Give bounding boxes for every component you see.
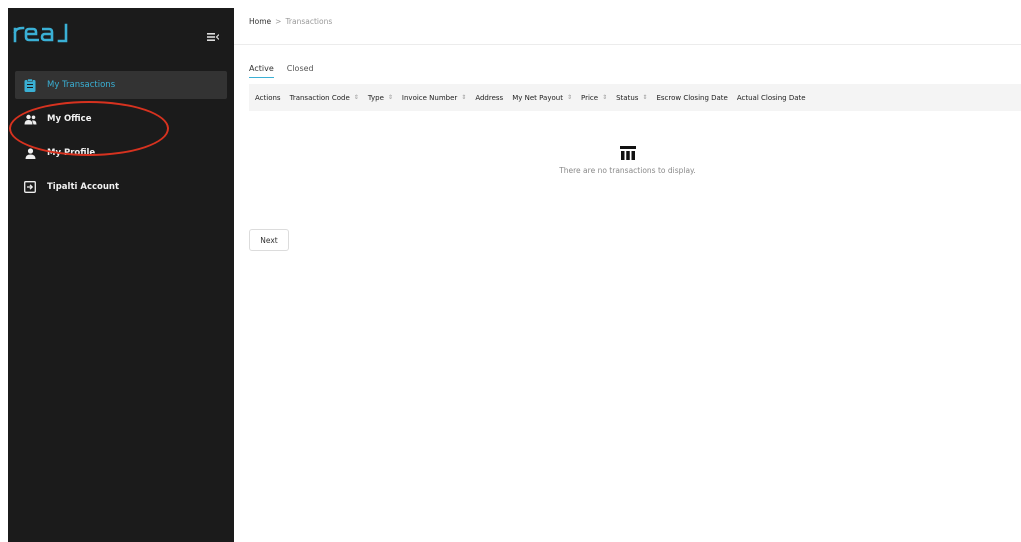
column-header-transaction-code[interactable]: Transaction Code ⇕ [290,94,359,102]
empty-state: There are no transactions to display. [234,145,1021,175]
office-people-icon [23,112,37,126]
column-header-actual-closing-date: Actual Closing Date [737,94,806,102]
transactions-table-header: Actions Transaction Code ⇕ Type ⇕ Invoice … [249,84,1021,111]
empty-state-message: There are no transactions to display. [559,166,696,175]
column-header-status[interactable]: Status ⇕ [616,94,647,102]
tab-active[interactable]: Active [249,64,274,78]
sort-icon: ⇕ [461,94,467,101]
collapse-menu-icon[interactable] [207,28,220,41]
column-header-label: My Net Payout [512,93,563,102]
column-header-address: Address [475,94,503,102]
header-divider [234,44,1021,45]
sidebar-item-label: My Office [47,114,92,124]
column-header-escrow-closing-date: Escrow Closing Date [656,94,727,102]
table-columns-icon [619,146,636,160]
sidebar-item-my-profile[interactable]: My Profile [15,139,227,167]
breadcrumb-home-link[interactable]: Home [249,17,271,26]
sidebar-item-my-office[interactable]: My Office [15,105,227,133]
column-header-actions: Actions [255,94,281,102]
breadcrumb: Home > Transactions [249,17,332,26]
column-header-label: Escrow Closing Date [656,93,728,102]
profile-icon [23,146,37,160]
column-header-label: Invoice Number [401,93,458,102]
column-header-label: Transaction Code [289,93,350,102]
tab-closed[interactable]: Closed [287,64,314,78]
sort-icon: ⇕ [602,94,608,101]
column-header-type[interactable]: Type ⇕ [368,94,393,102]
column-header-label: Actions [255,93,281,102]
real-logo[interactable] [13,20,73,46]
sidebar-item-label: My Transactions [47,80,116,90]
sidebar-item-label: Tipalti Account [47,182,120,192]
sort-icon: ⇕ [642,94,648,101]
column-header-label: Price [580,93,599,102]
transaction-tabs: Active Closed [249,64,327,78]
column-header-label: Type [367,93,384,102]
column-header-price[interactable]: Price ⇕ [581,94,607,102]
column-header-label: Actual Closing Date [736,93,806,102]
sort-icon: ⇕ [353,94,359,101]
sidebar-item-my-transactions[interactable]: My Transactions [15,71,227,99]
column-header-label: Address [475,93,504,102]
next-page-button[interactable]: Next [249,229,289,251]
column-header-my-net-payout[interactable]: My Net Payout ⇕ [512,94,572,102]
column-header-invoice-number[interactable]: Invoice Number ⇕ [402,94,466,102]
transactions-icon [23,78,37,92]
sidebar: My Transactions My Office My Profile Tip… [8,8,234,542]
sort-icon: ⇕ [566,94,572,101]
main-content: Home > Transactions Active Closed Actions … [234,8,1021,542]
sort-icon: ⇕ [387,94,393,101]
column-header-label: Status [616,93,639,102]
account-login-icon [23,180,37,194]
sidebar-item-label: My Profile [47,148,96,158]
breadcrumb-current: Transactions [285,17,333,26]
sidebar-item-tipalti-account[interactable]: Tipalti Account [15,173,227,201]
breadcrumb-separator: > [275,17,282,26]
app-frame: My Transactions My Office My Profile Tip… [8,8,1021,542]
